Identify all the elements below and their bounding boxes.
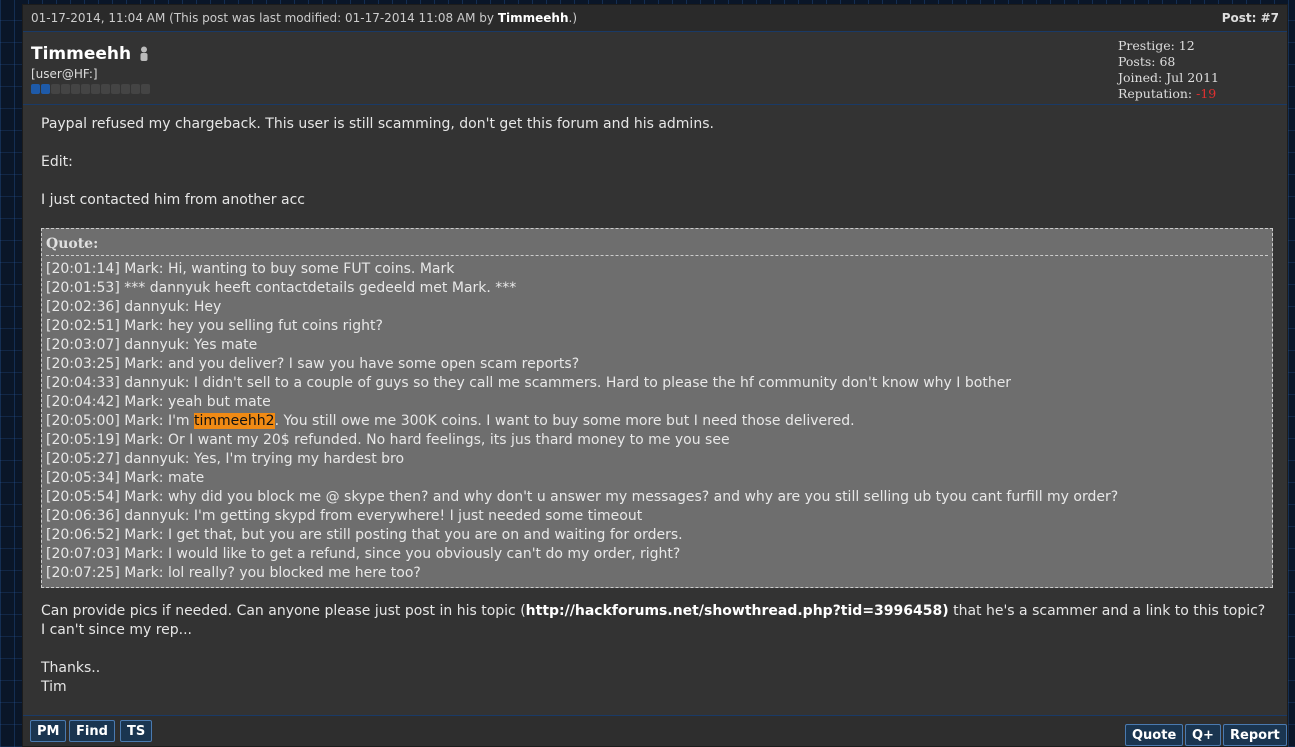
post-footer: PM Find TS Quote Q+ Report xyxy=(23,715,1287,746)
search-highlight: timmeehh2 xyxy=(194,413,275,429)
rep-block xyxy=(121,84,130,94)
thread-link[interactable]: http://hackforums.net/showthread.php?tid… xyxy=(526,603,949,619)
stat-joined: Joined: Jul 2011 xyxy=(1118,70,1220,85)
user-stats: Prestige: 12 Posts: 68 Joined: Jul 2011 … xyxy=(1118,38,1219,102)
quote-button[interactable]: Quote xyxy=(1125,724,1184,746)
quote-line: [20:07:03] Mark: I would like to get a r… xyxy=(46,546,681,562)
multiquote-button[interactable]: Q+ xyxy=(1185,724,1221,746)
quote-line: [20:07:25] Mark: lol really? you blocked… xyxy=(46,565,421,581)
post-number-link[interactable]: Post: #7 xyxy=(1222,11,1279,25)
author-block: Timmeehh xyxy=(31,44,149,64)
find-button[interactable]: Find xyxy=(69,720,115,742)
author-info: Timmeehh [user@HF:] Prestige: 12 Posts: … xyxy=(23,32,1287,105)
pm-button[interactable]: PM xyxy=(30,720,67,742)
quote-line: [20:01:14] Mark: Hi, wanting to buy some… xyxy=(46,261,455,277)
reputation-bar xyxy=(31,84,150,94)
quote-line: [20:02:51] Mark: hey you selling fut coi… xyxy=(46,318,383,334)
quote-line: [20:04:42] Mark: yeah but mate xyxy=(46,394,271,410)
body-paragraph: Tim xyxy=(41,679,67,695)
body-paragraph: Can provide pics if needed. Can anyone p… xyxy=(41,603,1266,638)
quote-line: [20:05:19] Mark: Or I want my 20$ refund… xyxy=(46,432,730,448)
quote-line: [20:03:07] dannyuk: Yes mate xyxy=(46,337,258,353)
rep-block xyxy=(31,84,40,94)
post-body: Paypal refused my chargeback. This user … xyxy=(41,115,1273,697)
quote-title: Quote: xyxy=(46,235,1268,256)
body-paragraph: I just contacted him from another acc xyxy=(41,192,305,208)
quote-line: [20:06:36] dannyuk: I'm getting skypd fr… xyxy=(46,508,643,524)
threads-button[interactable]: TS xyxy=(120,720,153,742)
rep-block xyxy=(131,84,140,94)
rep-block xyxy=(111,84,120,94)
rep-block xyxy=(61,84,70,94)
rep-block xyxy=(81,84,90,94)
modified-by-link[interactable]: Timmeehh xyxy=(498,11,569,25)
quote-line: [20:05:54] Mark: why did you block me @ … xyxy=(46,489,1119,505)
rep-block xyxy=(101,84,110,94)
quote-block: Quote: [20:01:14] Mark: Hi, wanting to b… xyxy=(41,228,1273,588)
rep-block xyxy=(71,84,80,94)
reputation-value-link[interactable]: -19 xyxy=(1196,86,1216,101)
user-title: [user@HF:] xyxy=(31,67,98,81)
stat-reputation: Reputation: -19 xyxy=(1118,86,1217,101)
forum-post: 01-17-2014, 11:04 AM (This post was last… xyxy=(22,4,1288,747)
report-button[interactable]: Report xyxy=(1223,724,1287,746)
body-paragraph: Edit: xyxy=(41,154,73,170)
body-paragraph: Paypal refused my chargeback. This user … xyxy=(41,116,714,132)
quote-line: [20:02:36] dannyuk: Hey xyxy=(46,299,222,315)
quote-line: [20:05:27] dannyuk: Yes, I'm trying my h… xyxy=(46,451,405,467)
rep-block xyxy=(91,84,100,94)
quote-line: [20:01:53] *** dannyuk heeft contactdeta… xyxy=(46,280,517,296)
author-name-link[interactable]: Timmeehh xyxy=(31,44,131,64)
quote-line: [20:05:00] Mark: I'm timmeehh2. You stil… xyxy=(46,413,855,429)
post-timestamp: 01-17-2014, 11:04 AM (This post was last… xyxy=(31,11,578,25)
body-paragraph: Thanks.. xyxy=(41,660,101,676)
quote-line: [20:03:25] Mark: and you deliver? I saw … xyxy=(46,356,580,372)
stat-posts: Posts: 68 xyxy=(1118,54,1176,69)
rep-block xyxy=(141,84,150,94)
stat-prestige: Prestige: 12 xyxy=(1118,38,1195,53)
quote-line: [20:06:52] Mark: I get that, but you are… xyxy=(46,527,683,543)
rep-block xyxy=(51,84,60,94)
rep-block xyxy=(41,84,50,94)
quote-line: [20:05:34] Mark: mate xyxy=(46,470,205,486)
quote-line: [20:04:33] dannyuk: I didn't sell to a c… xyxy=(46,375,1012,391)
offline-person-icon xyxy=(139,46,149,62)
post-header: 01-17-2014, 11:04 AM (This post was last… xyxy=(23,5,1287,32)
